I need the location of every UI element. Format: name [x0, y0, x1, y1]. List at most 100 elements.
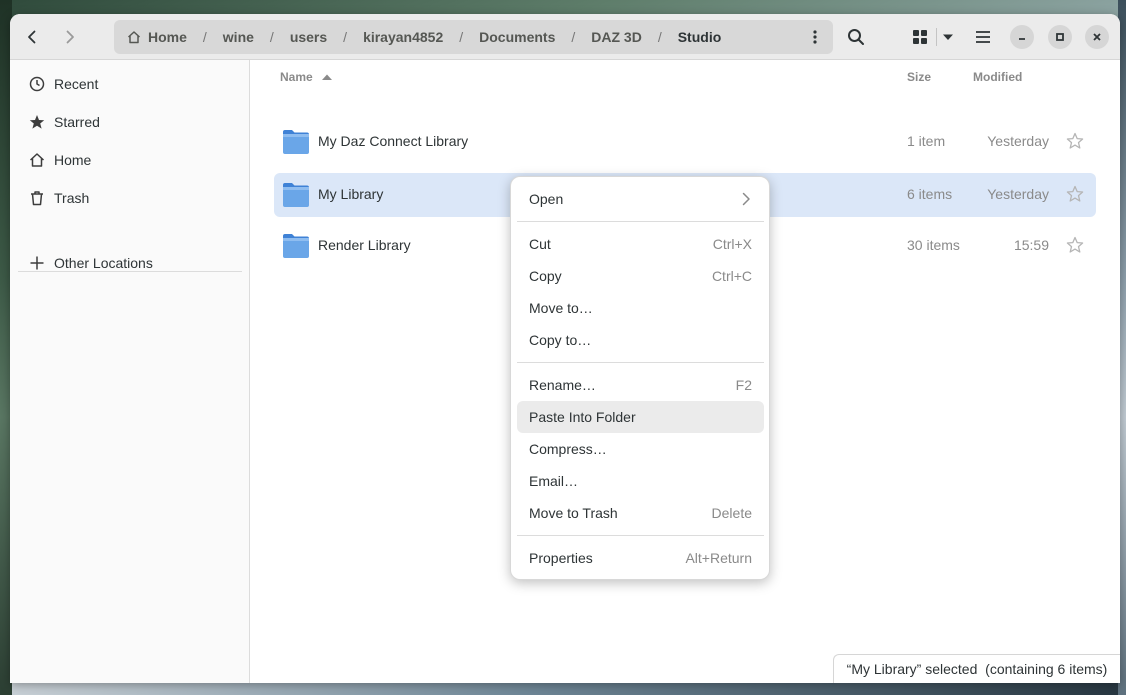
sidebar-item-label: Home [54, 152, 92, 168]
breadcrumb-label: users [289, 29, 328, 45]
column-header-name[interactable]: Name [280, 70, 333, 84]
folder-icon [283, 234, 309, 258]
menu-item-copy-to[interactable]: Copy to… [517, 324, 764, 356]
star-outline-icon[interactable] [1066, 236, 1084, 254]
sidebar-item-label: Starred [54, 114, 100, 130]
menu-item-move-to[interactable]: Move to… [517, 292, 764, 324]
file-modified: Yesterday [987, 186, 1049, 202]
folder-icon [283, 183, 309, 207]
file-row[interactable]: My Daz Connect Library 1 item Yesterday [274, 120, 1096, 164]
minimize-button[interactable] [1010, 25, 1034, 49]
close-button[interactable] [1085, 25, 1109, 49]
breadcrumb-separator: / [657, 29, 662, 45]
chevron-left-icon [28, 30, 36, 44]
menu-item-properties[interactable]: Properties Alt+Return [517, 542, 764, 574]
sidebar-item-starred[interactable]: Starred [10, 106, 250, 138]
breadcrumb-home-label: Home [148, 29, 187, 45]
menu-item-label: Paste Into Folder [529, 409, 636, 425]
path-menu-button[interactable] [805, 27, 825, 47]
column-header-modified[interactable]: Modified [973, 70, 1022, 84]
sidebar-item-recent[interactable]: Recent [10, 68, 250, 100]
more-vertical-icon [813, 30, 817, 44]
breadcrumb-separator: / [269, 29, 274, 45]
home-icon [127, 31, 141, 44]
breadcrumb-documents[interactable]: Documents [479, 29, 555, 45]
sidebar-item-label: Other Locations [54, 255, 153, 271]
path-bar: Home / wine / users / kirayan4852 / Docu… [114, 20, 833, 54]
menu-separator [517, 362, 764, 363]
file-size: 6 items [907, 186, 953, 202]
breadcrumb-label: kirayan4852 [363, 29, 444, 45]
breadcrumb-separator: / [571, 29, 576, 45]
column-header-label: Size [907, 70, 932, 84]
column-header-label: Modified [973, 70, 1023, 84]
file-modified: Yesterday [987, 133, 1049, 149]
context-menu: Open Cut Ctrl+X Copy Ctrl+C Move to… Cop… [510, 176, 770, 580]
menu-item-copy[interactable]: Copy Ctrl+C [517, 260, 764, 292]
sidebar-item-label: Trash [54, 190, 90, 206]
grid-icon [913, 30, 927, 44]
menu-item-label: Compress… [529, 441, 607, 457]
sidebar-item-trash[interactable]: Trash [10, 182, 250, 214]
trash-icon [28, 189, 46, 207]
file-name: Render Library [318, 237, 411, 253]
view-grid-button[interactable] [905, 22, 935, 52]
breadcrumb-users[interactable]: users [290, 29, 327, 45]
menu-item-accelerator: Delete [711, 505, 752, 521]
sidebar-item-other-locations[interactable]: Other Locations [10, 247, 250, 279]
file-name: My Daz Connect Library [318, 133, 469, 149]
back-button[interactable] [16, 22, 48, 52]
menu-item-label: Copy to… [529, 332, 592, 348]
breadcrumb-daz3d[interactable]: DAZ 3D [591, 29, 642, 45]
file-name: My Library [318, 186, 384, 202]
close-icon [1093, 33, 1101, 41]
menu-item-paste-into-folder[interactable]: Paste Into Folder [517, 401, 764, 433]
menu-item-cut[interactable]: Cut Ctrl+X [517, 228, 764, 260]
menu-separator [517, 221, 764, 222]
header-bar: Home / wine / users / kirayan4852 / Docu… [10, 14, 1120, 60]
minimize-icon [1019, 38, 1025, 40]
menu-item-compress[interactable]: Compress… [517, 433, 764, 465]
view-options-button[interactable] [933, 22, 963, 52]
plus-icon [28, 254, 46, 272]
breadcrumb-separator: / [459, 29, 464, 45]
chevron-right-icon [66, 30, 74, 44]
menu-item-label: Email… [529, 473, 579, 489]
chevron-right-icon [742, 192, 750, 206]
breadcrumb-wine[interactable]: wine [223, 29, 254, 45]
sort-ascending-icon [321, 74, 332, 80]
star-outline-icon[interactable] [1066, 185, 1084, 203]
maximize-button[interactable] [1048, 25, 1072, 49]
breadcrumb-label: wine [222, 29, 254, 45]
star-outline-icon[interactable] [1066, 132, 1084, 150]
menu-item-label: Rename… [529, 377, 596, 393]
menu-item-label: Move to Trash [529, 505, 618, 521]
file-size: 1 item [907, 133, 946, 149]
menu-item-open[interactable]: Open [517, 183, 764, 215]
menu-separator [517, 535, 764, 536]
maximize-icon [1056, 33, 1064, 41]
breadcrumb-home[interactable]: Home [126, 29, 187, 45]
search-button[interactable] [841, 22, 871, 52]
forward-button[interactable] [54, 22, 86, 52]
menu-item-move-to-trash[interactable]: Move to Trash Delete [517, 497, 764, 529]
main-menu-button[interactable] [968, 22, 998, 52]
folder-icon [283, 130, 309, 154]
file-size: 30 items [907, 237, 960, 253]
breadcrumb-user-folder[interactable]: kirayan4852 [363, 29, 443, 45]
column-header-size[interactable]: Size [907, 70, 931, 84]
menu-item-email[interactable]: Email… [517, 465, 764, 497]
breadcrumb-label: Documents [479, 29, 556, 45]
sidebar-item-home[interactable]: Home [10, 144, 250, 176]
menu-item-accelerator: Ctrl+C [711, 268, 752, 284]
status-bar: “My Library” selected (containing 6 item… [833, 654, 1120, 683]
breadcrumb-current[interactable]: Studio [678, 29, 722, 45]
menu-item-rename[interactable]: Rename… F2 [517, 369, 764, 401]
menu-item-label: Copy [529, 268, 562, 284]
column-header-label: Name [280, 70, 313, 84]
sidebar-item-label: Recent [54, 76, 99, 92]
clock-icon [28, 75, 46, 93]
sidebar: Recent Starred Home Trash Other Location… [10, 60, 250, 683]
hamburger-icon [976, 31, 990, 43]
menu-item-label: Move to… [529, 300, 593, 316]
